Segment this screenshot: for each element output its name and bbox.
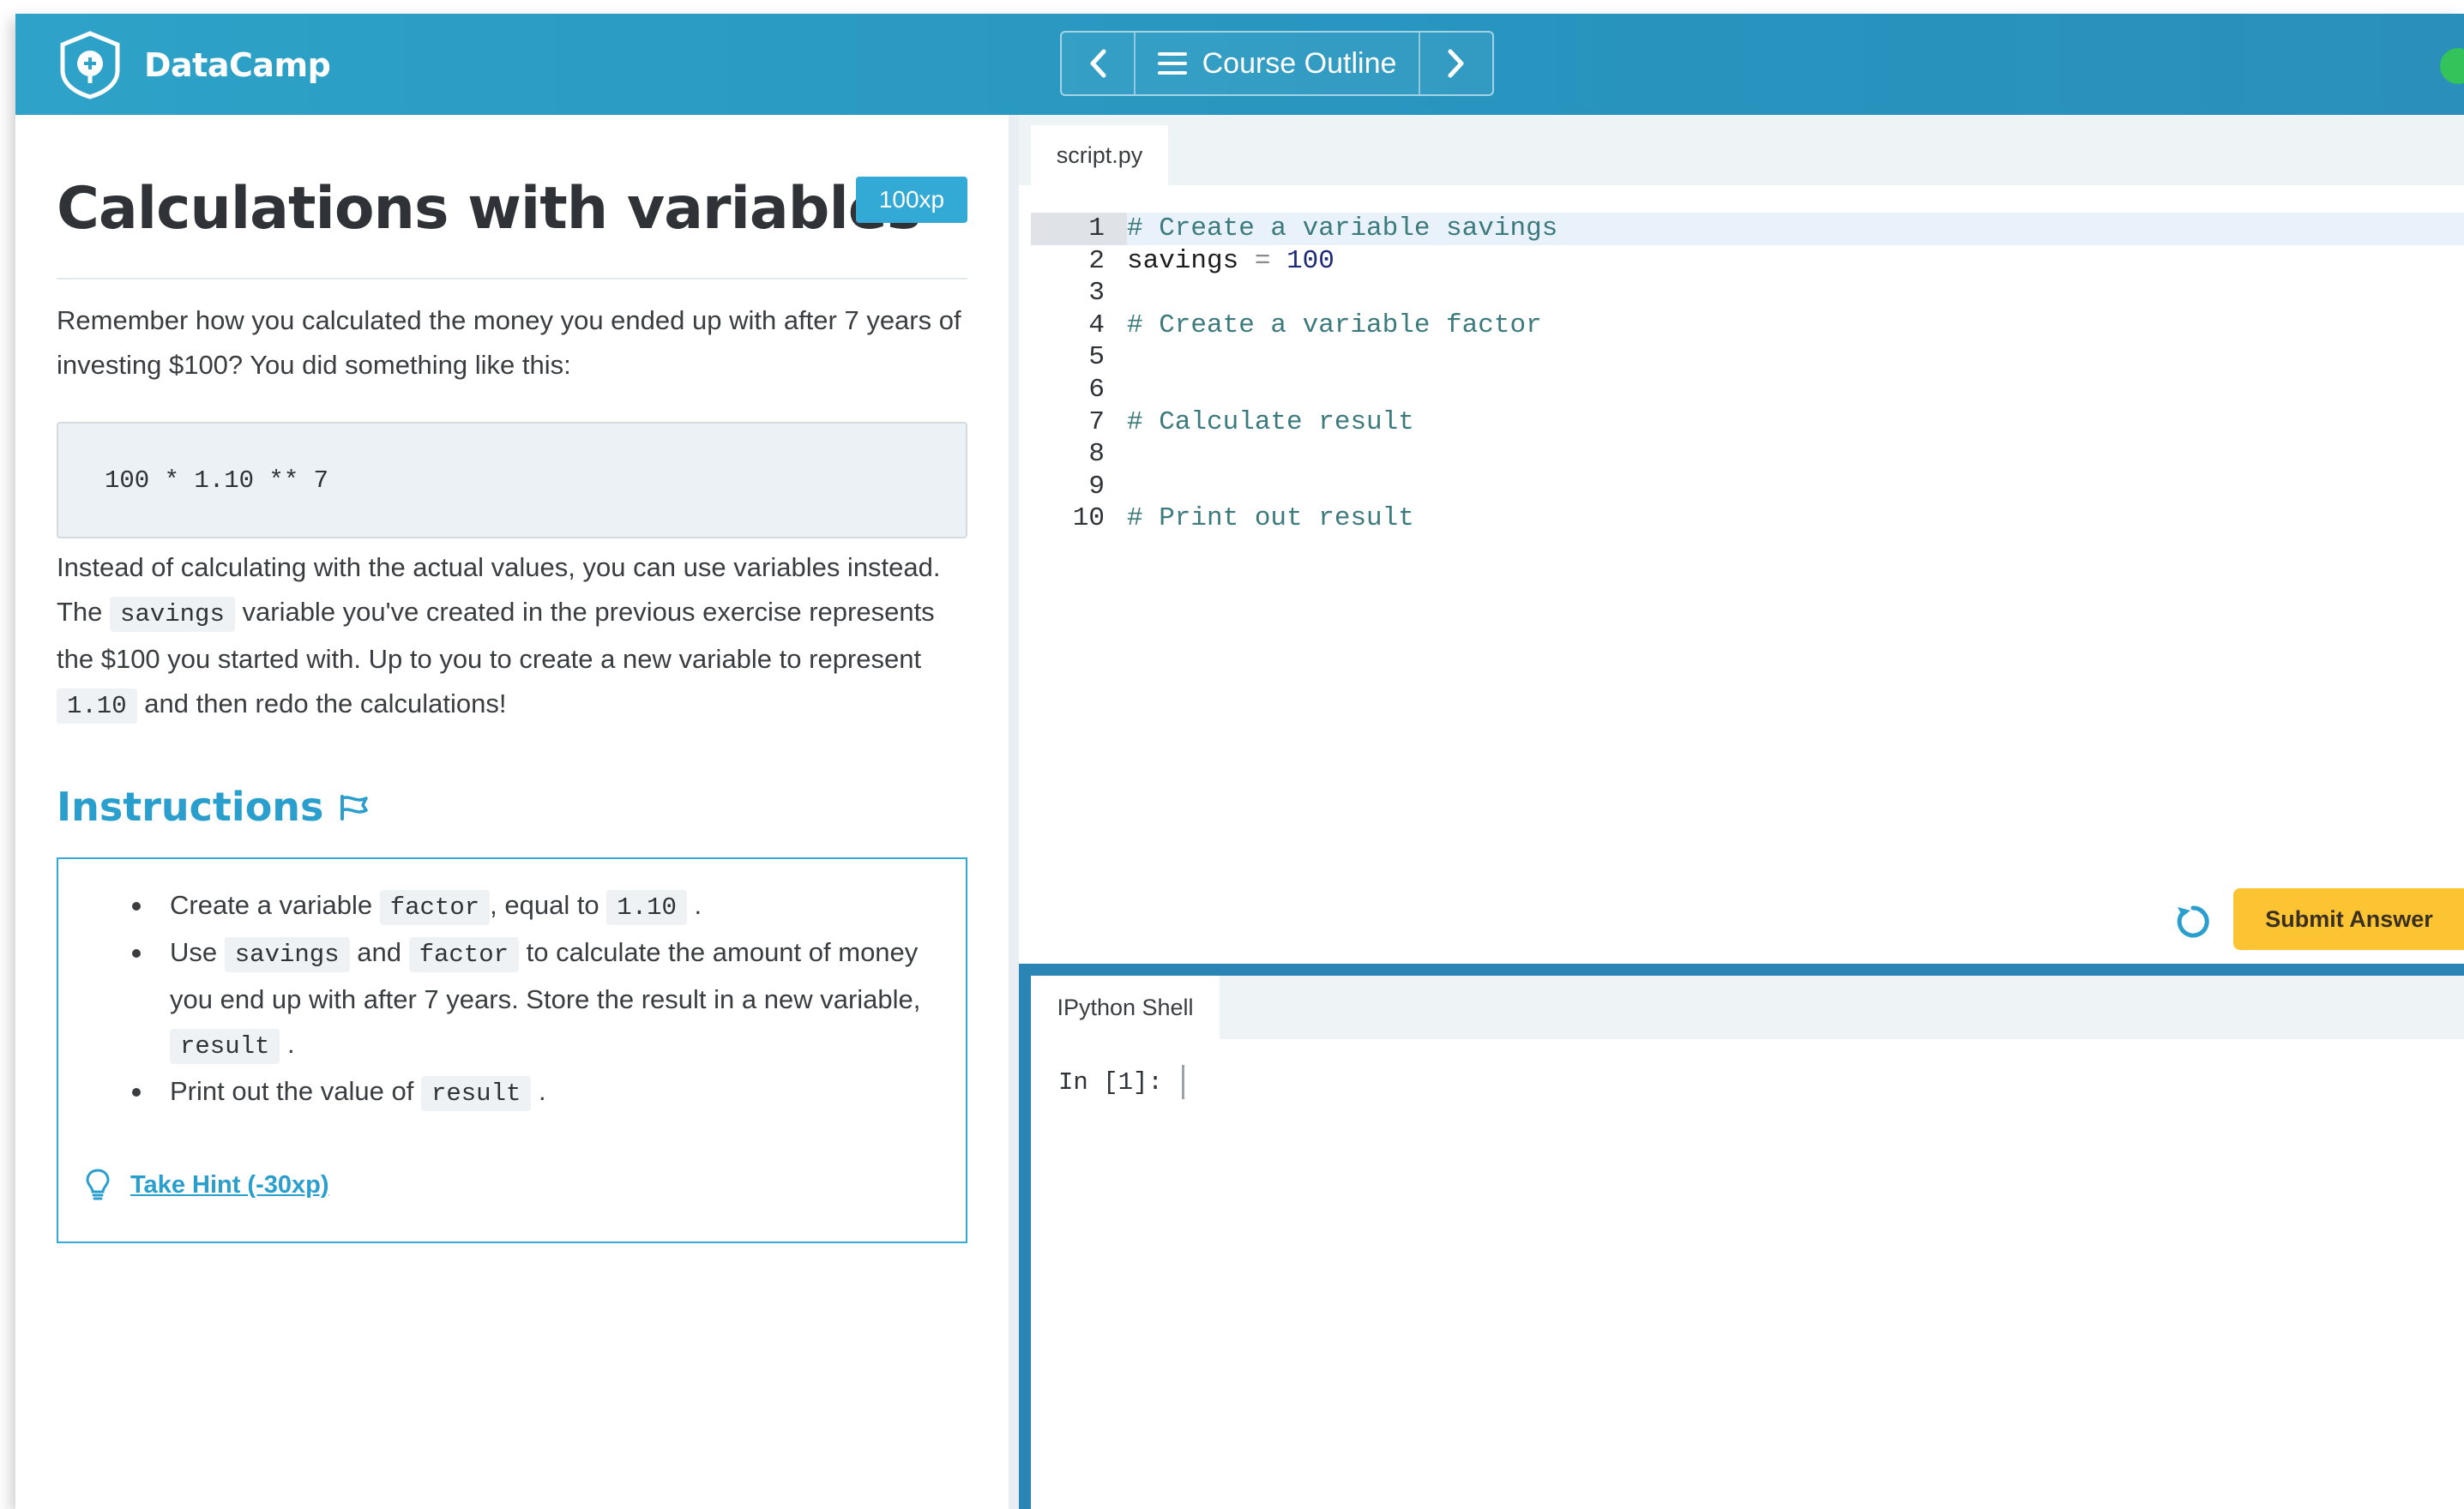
submit-answer-button[interactable]: Submit Answer: [2233, 888, 2464, 950]
code-line: 1 # Create a variable savings: [1031, 213, 2464, 245]
line-number: 7: [1088, 406, 1105, 437]
code-identifier: savings: [1127, 245, 1239, 276]
code-editor-panel: script.py 1 # Create a variable savings 2…: [1019, 115, 2464, 964]
line-number: 4: [1088, 310, 1105, 340]
line-number: 1: [1088, 213, 1105, 243]
inline-code: result: [170, 1029, 280, 1064]
code-operator: =: [1254, 245, 1271, 276]
exercise-title: Calculations with variables: [57, 175, 921, 243]
lightbulb-icon: [86, 1169, 110, 1200]
tab-script-py[interactable]: script.py: [1031, 125, 1168, 185]
text-span: and then redo the calculations!: [144, 688, 507, 718]
inline-code: factor: [379, 890, 491, 925]
instruction-item: Create a variable factor, equal to 1.10 …: [132, 883, 955, 930]
course-outline-label: Course Outline: [1202, 46, 1397, 80]
course-outline-button[interactable]: Course Outline: [1136, 33, 1419, 94]
course-nav: Course Outline: [1060, 31, 1494, 96]
instruction-item: Print out the value of result .: [132, 1069, 955, 1116]
text-span: , equal to: [490, 890, 599, 920]
text-span: .: [539, 1076, 546, 1106]
code-line: 7 # Calculate result: [1031, 406, 2464, 439]
inline-code: 1.10: [606, 890, 687, 925]
code-line: 3: [1031, 277, 2464, 310]
datacamp-logo[interactable]: DataCamp: [58, 31, 331, 99]
exercise-panel: Calculations with variables 100xp Rememb…: [15, 115, 1009, 1509]
code-line: 4 # Create a variable factor: [1031, 310, 2464, 342]
instructions-list: Create a variable factor, equal to 1.10 …: [132, 883, 955, 1116]
instructions-box: Create a variable factor, equal to 1.10 …: [57, 857, 967, 1243]
code-example: 100 * 1.10 ** 7: [57, 422, 967, 538]
text-span: and: [357, 937, 401, 967]
code-text: # Calculate result: [1127, 406, 1414, 437]
line-number: 8: [1088, 439, 1105, 470]
editor-tabbar: script.py: [1019, 115, 2464, 185]
app-window: DataCamp Course Outline Calculations wit…: [15, 14, 2464, 1509]
inline-code: factor: [408, 937, 519, 972]
instruction-item: Use savings and factor to calculate the …: [132, 930, 955, 1069]
text-span: Create a variable: [170, 890, 373, 920]
datacamp-logo-icon: [60, 31, 120, 99]
code-text: # Create a variable savings: [1127, 213, 1558, 243]
line-number: 9: [1088, 471, 1105, 502]
shell-prompt: In [1]:: [1058, 1067, 1163, 1097]
text-span: Use: [170, 937, 218, 967]
tab-ipython-shell[interactable]: IPython Shell: [1031, 976, 1220, 1039]
code-line: 9: [1031, 471, 2464, 503]
title-divider: [57, 278, 967, 280]
shell-input[interactable]: In [1]:: [1058, 1065, 1184, 1099]
text-span: Print out the value of: [170, 1076, 414, 1106]
code-area[interactable]: 1 # Create a variable savings 2 savings = …: [1031, 213, 2464, 535]
instructions-heading-text: Instructions: [57, 784, 324, 830]
pane-resizer[interactable]: [1009, 115, 1019, 1509]
top-header: DataCamp Course Outline: [15, 14, 2464, 115]
text-span: .: [287, 1029, 295, 1059]
shell-body: IPython Shell In [1]:: [1031, 976, 2464, 1509]
take-hint-label[interactable]: Take Hint (-30xp): [130, 1171, 329, 1199]
inline-code: 1.10: [57, 688, 137, 724]
line-number: 2: [1088, 245, 1105, 276]
ipython-shell-panel: IPython Shell In [1]:: [1019, 964, 2464, 1509]
line-number: 3: [1088, 278, 1105, 309]
prev-exercise-button[interactable]: [1062, 33, 1134, 94]
code-line: 2 savings = 100: [1031, 245, 2464, 278]
chevron-right-icon: [1448, 49, 1464, 78]
code-line: 6: [1031, 374, 2464, 406]
text-cursor: [1181, 1065, 1184, 1099]
reset-icon[interactable]: [2173, 902, 2213, 941]
inline-code: savings: [110, 597, 235, 632]
code-text: # Create a variable factor: [1127, 310, 1542, 340]
code-text: # Print out result: [1127, 503, 1414, 534]
line-number: 5: [1088, 342, 1105, 373]
brand-name: DataCamp: [144, 46, 331, 84]
take-hint-link[interactable]: Take Hint (-30xp): [84, 1168, 329, 1202]
xp-badge: 100xp: [856, 177, 967, 223]
shell-tabbar: IPython Shell: [1031, 976, 2464, 1039]
inline-code: result: [420, 1076, 532, 1111]
code-line: 8: [1031, 438, 2464, 471]
line-number: 6: [1088, 374, 1105, 405]
chevron-left-icon: [1090, 49, 1106, 78]
inline-code: savings: [224, 937, 350, 972]
code-number: 100: [1286, 245, 1334, 276]
line-number: 10: [1072, 503, 1105, 534]
code-text: savings = 100: [1127, 245, 1334, 278]
text-span: .: [694, 890, 702, 920]
code-line: 10 # Print out result: [1031, 502, 2464, 535]
explanation-paragraph: Instead of calculating with the actual v…: [57, 545, 974, 729]
hamburger-menu-icon: [1157, 52, 1187, 75]
status-indicator[interactable]: [2440, 48, 2464, 84]
instructions-heading: Instructions: [57, 784, 370, 830]
code-line: 5: [1031, 341, 2464, 374]
flag-icon[interactable]: [339, 793, 370, 821]
intro-paragraph: Remember how you calculated the money yo…: [57, 305, 961, 380]
next-exercise-button[interactable]: [1420, 33, 1492, 94]
